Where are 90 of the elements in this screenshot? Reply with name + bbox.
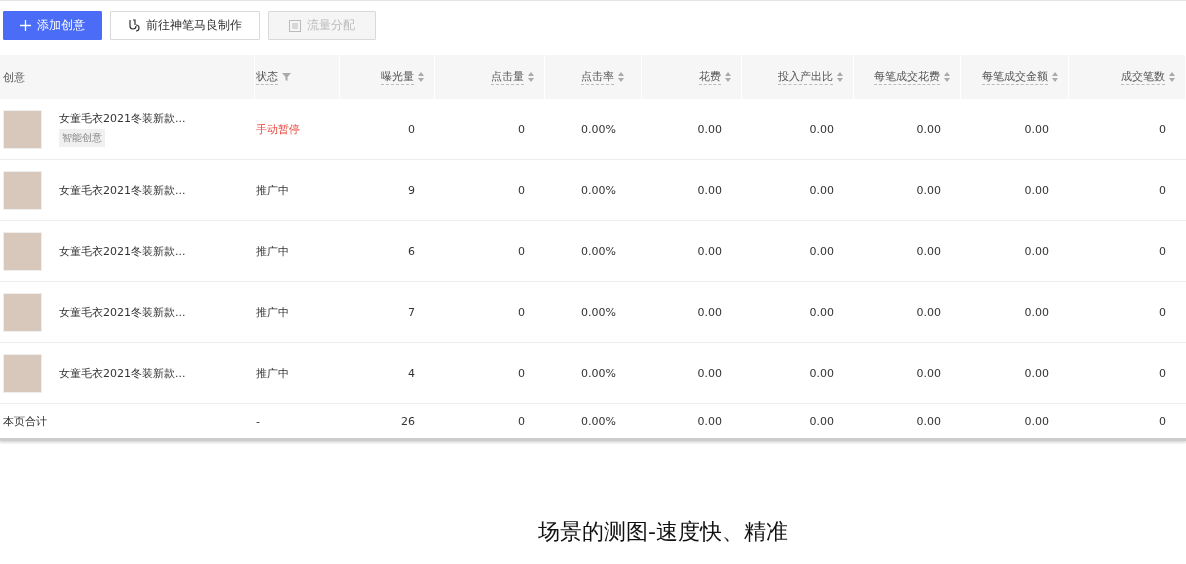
table-cell: 0 bbox=[1159, 244, 1166, 258]
sort-icon bbox=[528, 72, 534, 82]
toolbar-button[interactable]: 前往神笔马良制作 bbox=[110, 11, 260, 40]
table-cell: 0.00 bbox=[916, 414, 941, 428]
table-cell: 6 bbox=[408, 244, 415, 258]
table-cell: 0.00 bbox=[697, 366, 722, 380]
sort-icon bbox=[618, 72, 624, 82]
table-cell: 0 bbox=[1159, 122, 1166, 136]
table-cell: 0.00% bbox=[581, 366, 616, 380]
table-cell: 26 bbox=[401, 414, 415, 428]
table-cell: 7 bbox=[408, 305, 415, 319]
photo-placeholder bbox=[3, 231, 42, 271]
table-cell: 0.00% bbox=[581, 244, 616, 258]
sort-icon bbox=[837, 72, 843, 82]
column-header[interactable]: 花费 bbox=[699, 69, 721, 85]
column-header[interactable]: 创意 bbox=[3, 69, 25, 85]
grid-icon bbox=[289, 19, 301, 32]
photo-placeholder bbox=[3, 170, 42, 210]
table-cell: 0 bbox=[518, 244, 525, 258]
status-text: 推广中 bbox=[256, 304, 289, 320]
table-cell: 0 bbox=[518, 305, 525, 319]
table-cell: 0.00 bbox=[1024, 305, 1049, 319]
sort-icon bbox=[725, 72, 731, 82]
table-cell: 0.00 bbox=[809, 122, 834, 136]
photo-placeholder bbox=[3, 109, 42, 149]
plus-icon bbox=[20, 20, 31, 31]
table-cell: 9 bbox=[408, 183, 415, 197]
table-cell: 0.00% bbox=[581, 414, 616, 428]
creative-tag: 智能创意 bbox=[59, 129, 105, 147]
creative-title[interactable]: 女童毛衣2021冬装新款... bbox=[59, 243, 186, 259]
table-cell: 0 bbox=[1159, 183, 1166, 197]
creative-title[interactable]: 女童毛衣2021冬装新款... bbox=[59, 111, 186, 126]
sort-icon bbox=[418, 72, 424, 82]
table-cell: 0 bbox=[518, 183, 525, 197]
table-cell: 0.00 bbox=[916, 122, 941, 136]
table-cell: 0.00 bbox=[809, 183, 834, 197]
summary-label: 本页合计 bbox=[3, 413, 47, 429]
table-cell: 0.00 bbox=[916, 183, 941, 197]
table-cell: 0 bbox=[518, 366, 525, 380]
table-cell: 0.00 bbox=[697, 122, 722, 136]
column-header[interactable]: 成交笔数 bbox=[1121, 69, 1165, 85]
caption-text: 场景的测图-速度快、精准 bbox=[537, 518, 789, 546]
table-cell: 0.00 bbox=[1024, 183, 1049, 197]
status-text: 推广中 bbox=[256, 182, 289, 198]
table-cell: 0.00 bbox=[697, 305, 722, 319]
table-cell: 0.00 bbox=[809, 305, 834, 319]
column-header[interactable]: 状态 bbox=[256, 69, 278, 85]
table-cell: 0 bbox=[518, 122, 525, 136]
status-text: 推广中 bbox=[256, 365, 289, 381]
status-text: 推广中 bbox=[256, 243, 289, 259]
table-cell: 0 bbox=[1159, 305, 1166, 319]
sort-icon bbox=[1169, 72, 1175, 82]
status-text: 手动暂停 bbox=[256, 121, 300, 137]
table-cell: 0 bbox=[518, 414, 525, 428]
table-cell: 4 bbox=[408, 366, 415, 380]
table-cell: 0.00 bbox=[697, 414, 722, 428]
column-header[interactable]: 点击量 bbox=[491, 69, 524, 85]
sort-icon bbox=[944, 72, 950, 82]
table-cell: 0.00% bbox=[581, 305, 616, 319]
sort-icon bbox=[1052, 72, 1058, 82]
creative-title[interactable]: 女童毛衣2021冬装新款... bbox=[59, 304, 186, 320]
column-header[interactable]: 曝光量 bbox=[381, 69, 414, 85]
creative-title[interactable]: 女童毛衣2021冬装新款... bbox=[59, 182, 186, 198]
column-header[interactable]: 每笔成交花费 bbox=[874, 69, 940, 85]
filter-icon bbox=[282, 73, 291, 81]
table-cell: - bbox=[256, 414, 260, 428]
table-cell: 0.00 bbox=[697, 244, 722, 258]
table-cell: 0 bbox=[1159, 366, 1166, 380]
table-cell: 0.00 bbox=[809, 244, 834, 258]
table-cell: 0.00 bbox=[1024, 122, 1049, 136]
table-cell: 0 bbox=[408, 122, 415, 136]
column-header[interactable]: 投入产出比 bbox=[778, 69, 833, 85]
photo-placeholder bbox=[3, 292, 42, 332]
table-cell: 0.00 bbox=[809, 366, 834, 380]
table-cell: 0.00 bbox=[916, 244, 941, 258]
table-cell: 0.00 bbox=[1024, 244, 1049, 258]
table-cell: 0.00% bbox=[581, 183, 616, 197]
column-header[interactable]: 每笔成交金额 bbox=[982, 69, 1048, 85]
table-cell: 0.00 bbox=[1024, 366, 1049, 380]
add-button[interactable]: 添加创意 bbox=[3, 11, 102, 40]
table-cell: 0.00 bbox=[916, 305, 941, 319]
photo-placeholder bbox=[3, 353, 42, 393]
table-cell: 0.00 bbox=[697, 183, 722, 197]
table-cell: 0.00% bbox=[581, 122, 616, 136]
table-cell: 0 bbox=[1159, 414, 1166, 428]
creative-title[interactable]: 女童毛衣2021冬装新款... bbox=[59, 365, 186, 381]
column-header[interactable]: 点击率 bbox=[581, 69, 614, 85]
table-cell: 0.00 bbox=[1024, 414, 1049, 428]
table-cell: 0.00 bbox=[916, 366, 941, 380]
table-cell: 0.00 bbox=[809, 414, 834, 428]
